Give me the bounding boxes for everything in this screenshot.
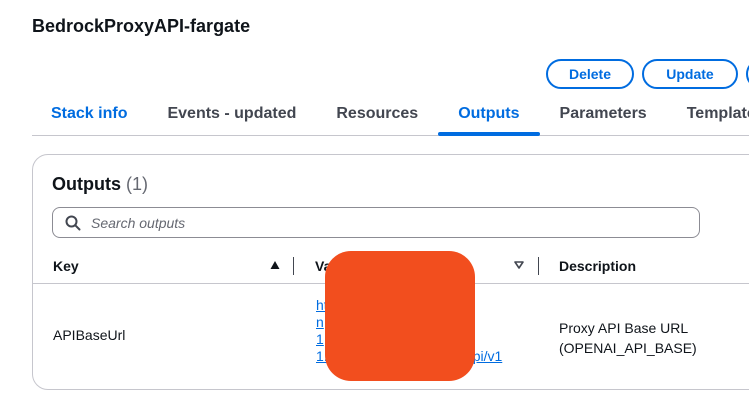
stack-title: BedrockProxyAPI-fargate [32, 16, 251, 36]
update-button[interactable]: Update [642, 59, 738, 89]
sort-ascending-icon[interactable] [270, 260, 280, 270]
column-header-key[interactable]: Key [53, 258, 79, 274]
search-input[interactable] [91, 214, 691, 231]
tab-resources[interactable]: Resources [316, 96, 438, 132]
tab-template[interactable]: Template [667, 96, 749, 132]
output-key-cell: APIBaseUrl [53, 327, 126, 343]
outputs-count: (1) [126, 174, 149, 194]
description-line: Proxy API Base URL [559, 320, 689, 336]
output-description-cell: Proxy API Base URL (OPENAI_API_BASE) [559, 318, 697, 358]
column-header-description[interactable]: Description [559, 258, 636, 274]
tab-stack-info[interactable]: Stack info [32, 96, 147, 132]
stack-tabs: Stack info Events - updated Resources Ou… [32, 96, 749, 136]
sort-descending-icon[interactable] [514, 260, 524, 270]
outputs-heading: Outputs (1) [52, 174, 148, 195]
column-resizer[interactable] [538, 257, 539, 275]
outputs-panel: Outputs (1) Key Value Description APIBas… [32, 154, 749, 390]
column-resizer[interactable] [293, 257, 294, 275]
tab-outputs-label: Outputs [458, 105, 520, 122]
search-icon [65, 215, 81, 230]
stack-details-page: BedrockProxyAPI-fargate Delete Update St… [0, 0, 749, 413]
stack-actions: Delete Update [546, 59, 749, 89]
delete-button[interactable]: Delete [546, 59, 634, 89]
tab-outputs[interactable]: Outputs [438, 96, 540, 136]
outputs-title: Outputs [52, 174, 121, 194]
active-tab-indicator [438, 132, 540, 136]
tab-events[interactable]: Events - updated [147, 96, 316, 132]
redaction-overlay [325, 251, 475, 381]
search-box[interactable] [52, 207, 700, 238]
description-line: (OPENAI_API_BASE) [559, 340, 697, 356]
tab-parameters[interactable]: Parameters [540, 96, 667, 132]
